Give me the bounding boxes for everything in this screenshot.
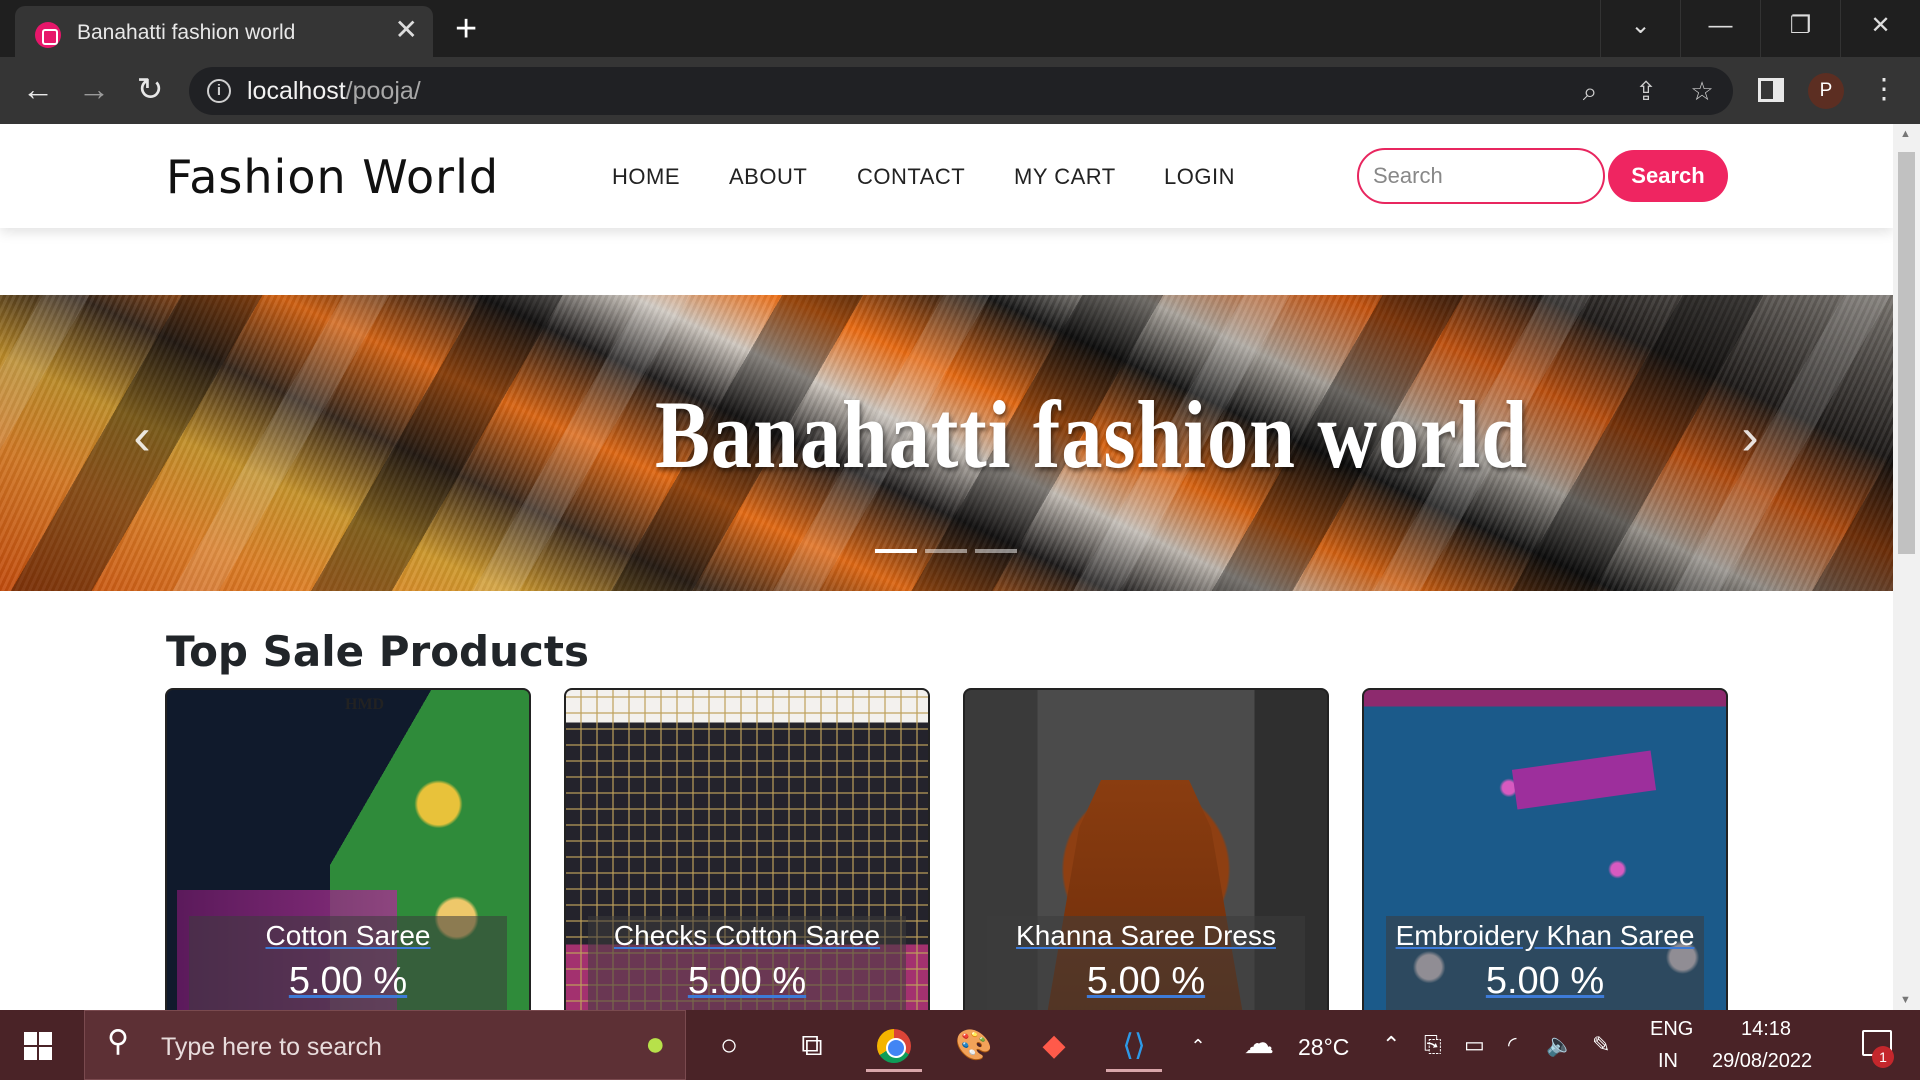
product-card[interactable]: Checks Cotton Saree 5.00 % <box>564 688 930 1010</box>
volume-icon[interactable]: 🔈 <box>1546 1032 1573 1058</box>
search-input[interactable]: Search <box>1357 148 1605 204</box>
task-view-icon[interactable]: ⧉ <box>784 1020 840 1072</box>
product-name[interactable]: Khanna Saree Dress <box>965 920 1327 952</box>
browser-tab[interactable]: Banahatti fashion world ✕ <box>15 6 433 57</box>
section-title: Top Sale Products <box>166 627 589 676</box>
weather-icon[interactable]: ☁ <box>1244 1026 1274 1061</box>
carousel-indicator-2[interactable] <box>925 549 967 553</box>
page-scrollbar[interactable]: ▲ ▼ <box>1893 124 1920 1010</box>
product-name[interactable]: Checks Cotton Saree <box>566 920 928 952</box>
tab-close-icon[interactable]: ✕ <box>395 15 418 45</box>
language-code[interactable]: ENG <box>1650 1018 1693 1041</box>
product-price[interactable]: 5.00 % <box>167 960 529 1003</box>
page-viewport: Fashion World HOME ABOUT CONTACT MY CART… <box>0 124 1920 1010</box>
site-navbar: Fashion World HOME ABOUT CONTACT MY CART… <box>0 124 1893 228</box>
url-text: localhost/pooja/ <box>247 77 421 105</box>
close-window-button[interactable]: ✕ <box>1840 0 1920 57</box>
wifi-icon[interactable]: ◜ <box>1508 1032 1517 1058</box>
scroll-down-icon[interactable]: ▼ <box>1900 994 1911 1006</box>
language-region[interactable]: IN <box>1658 1050 1678 1073</box>
product-price[interactable]: 5.00 % <box>965 960 1327 1003</box>
browser-toolbar: ← → ↻ i localhost/pooja/ ⌕ ⇪ ☆ P ⋮ <box>0 57 1920 124</box>
nav-about[interactable]: ABOUT <box>729 164 807 190</box>
site-favicon-icon <box>35 22 61 48</box>
product-name[interactable]: Cotton Saree <box>167 920 529 952</box>
cortana-icon[interactable]: ○ <box>701 1020 757 1072</box>
reload-icon[interactable]: ↻ <box>130 69 170 109</box>
nav-home[interactable]: HOME <box>612 164 680 190</box>
product-price[interactable]: 5.00 % <box>566 960 928 1003</box>
back-icon[interactable]: ← <box>18 69 58 109</box>
battery-icon[interactable]: ▭ <box>1464 1032 1485 1058</box>
tab-title: Banahatti fashion world <box>77 21 296 44</box>
nav-login[interactable]: LOGIN <box>1164 164 1235 190</box>
taskbar-search-placeholder: Type here to search <box>161 1033 382 1061</box>
notification-badge: 1 <box>1872 1046 1894 1068</box>
pen-icon[interactable]: ✎ <box>1592 1032 1610 1058</box>
clock-date[interactable]: 29/08/2022 <box>1712 1050 1812 1073</box>
carousel-indicator-3[interactable] <box>975 549 1017 553</box>
carousel-indicator-1[interactable] <box>875 549 917 553</box>
xampp-icon[interactable]: ◆ <box>1026 1020 1082 1072</box>
search-button[interactable]: Search <box>1608 150 1728 202</box>
scroll-thumb[interactable] <box>1898 152 1915 554</box>
weather-temp[interactable]: 28°C <box>1298 1034 1349 1061</box>
usb-icon[interactable]: ⎘ <box>1424 1032 1442 1058</box>
product-name[interactable]: Embroidery Khan Saree <box>1364 920 1726 952</box>
chrome-taskbar-icon[interactable] <box>866 1020 922 1072</box>
product-price[interactable]: 5.00 % <box>1364 960 1726 1003</box>
scroll-up-icon[interactable]: ▲ <box>1900 128 1911 140</box>
search-icon: ⚲ <box>107 1025 129 1058</box>
windows-taskbar: ⚲ Type here to search ● ○ ⧉ 🎨 ◆ ⟨⟩ ⌃ ☁ 2… <box>0 1010 1920 1080</box>
paint-icon[interactable]: 🎨 <box>946 1020 1002 1072</box>
screen: Banahatti fashion world ✕ + ⌄ — ❐ ✕ ← → … <box>0 0 1920 1080</box>
star-icon[interactable]: ☆ <box>1685 75 1719 107</box>
vscode-icon[interactable]: ⟨⟩ <box>1106 1020 1162 1072</box>
minimize-button[interactable]: — <box>1680 0 1760 57</box>
carousel-next-icon[interactable]: › <box>1730 407 1770 467</box>
browser-tabstrip: Banahatti fashion world ✕ + ⌄ — ❐ ✕ <box>0 0 1920 57</box>
menu-icon[interactable]: ⋮ <box>1870 69 1898 109</box>
carousel-prev-icon[interactable]: ‹ <box>122 407 162 467</box>
hero-title: Banahatti fashion world <box>655 381 1529 488</box>
product-card[interactable]: Cotton Saree 5.00 % <box>165 688 531 1010</box>
restore-button[interactable]: ❐ <box>1760 0 1840 57</box>
product-card[interactable]: Khanna Saree Dress 5.00 % <box>963 688 1329 1010</box>
show-hidden-icons[interactable]: ⌃ <box>1382 1032 1400 1058</box>
hero-carousel: Banahatti fashion world ‹ › <box>0 295 1893 591</box>
search-highlight-icon[interactable]: ● <box>645 1025 666 1064</box>
zoom-icon[interactable]: ⌕ <box>1573 75 1607 107</box>
chrome-icon <box>877 1029 911 1063</box>
share-icon[interactable]: ⇪ <box>1629 75 1663 107</box>
windows-start-icon[interactable] <box>24 1032 52 1060</box>
site-brand[interactable]: Fashion World <box>166 150 499 204</box>
side-panel-icon[interactable] <box>1758 78 1784 102</box>
nav-contact[interactable]: CONTACT <box>857 164 965 190</box>
tab-search-dropdown-icon[interactable]: ⌄ <box>1600 0 1680 57</box>
new-tab-button[interactable]: + <box>455 9 477 49</box>
profile-avatar[interactable]: P <box>1808 73 1844 109</box>
address-bar[interactable]: i localhost/pooja/ ⌕ ⇪ ☆ <box>189 67 1733 115</box>
product-card[interactable]: Embroidery Khan Saree 5.00 % <box>1362 688 1728 1010</box>
forward-icon[interactable]: → <box>74 69 114 109</box>
taskbar-overflow-icon[interactable]: ⌃ <box>1170 1020 1226 1072</box>
clock-time[interactable]: 14:18 <box>1741 1018 1791 1041</box>
nav-my-cart[interactable]: MY CART <box>1014 164 1116 190</box>
info-icon[interactable]: i <box>207 79 231 103</box>
taskbar-search[interactable]: ⚲ Type here to search ● <box>84 1010 686 1080</box>
